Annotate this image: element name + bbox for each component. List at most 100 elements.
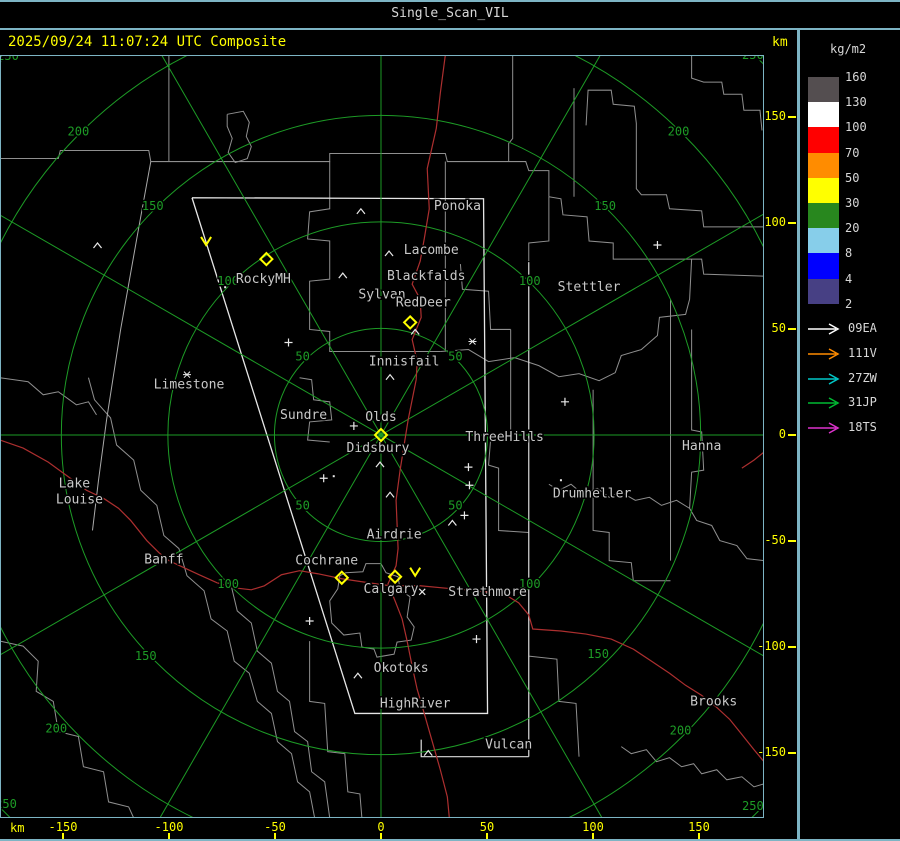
city-label: Lake — [59, 476, 91, 491]
city-label: Banff — [144, 553, 183, 568]
caret-marker — [447, 519, 457, 526]
ring-distance-label: 50 — [295, 350, 310, 364]
radar-app-window: Single_Scan_VIL 2025/09/24 11:07:24 UTC … — [0, 0, 900, 841]
county-boundary — [508, 55, 514, 162]
radar-id-label: 27ZW — [848, 370, 877, 385]
x-marker — [418, 588, 426, 596]
plus-marker — [460, 511, 469, 520]
city-label: Brooks — [690, 694, 737, 709]
plus-marker — [319, 474, 328, 483]
right-axis-tick-label: 100 — [764, 215, 786, 229]
ring-distance-label: 50 — [295, 498, 310, 512]
county-boundary — [309, 641, 363, 819]
radar-id-label: 111V — [848, 345, 877, 360]
right-axis-tick — [788, 434, 796, 436]
scan-sector-outline — [91, 161, 152, 531]
scale-color-block — [808, 228, 839, 254]
city-label: HighRiver — [380, 696, 451, 711]
panel-separator — [797, 28, 800, 841]
county-boundary — [689, 329, 705, 509]
city-label: Limestone — [154, 378, 225, 393]
radar-id-label: 18TS — [848, 420, 877, 435]
ring-distance-label: 250 — [0, 797, 17, 811]
bottom-axis-tick-label: -150 — [48, 820, 78, 834]
scale-color-block — [808, 152, 839, 178]
bottom-axis-tick-label: 150 — [688, 820, 710, 834]
plus-marker — [349, 421, 358, 430]
bottom-axis-tick-label: -100 — [154, 820, 184, 834]
radar-arrow-icon — [808, 422, 840, 434]
county-boundary — [0, 149, 550, 197]
ring-distance-label: 150 — [142, 199, 164, 213]
plus-marker — [560, 397, 569, 406]
right-axis-tick-label: 0 — [778, 427, 786, 441]
radar-id-label: 09EA — [848, 321, 877, 335]
map-canvas[interactable]: 50 5050 50100 100100 100150 150150 150200 20020… — [0, 0, 900, 841]
right-axis-tick-label: -100 — [757, 639, 786, 653]
title-divider — [0, 28, 900, 30]
county-boundary — [87, 377, 316, 819]
ring-distance-label: 50 — [448, 350, 463, 364]
bottom-axis-tick-label: 100 — [582, 820, 604, 834]
plus-marker — [464, 463, 473, 472]
bottom-axis-tick-label: 50 — [479, 820, 495, 834]
highway — [741, 451, 765, 469]
city-label: Okotoks — [374, 661, 429, 676]
right-axis-tick-label: 150 — [764, 109, 786, 123]
scan-timestamp: 2025/09/24 11:07:24 UTC Composite — [8, 34, 287, 50]
ring-distance-label: 200 — [670, 724, 692, 738]
window-title: Single_Scan_VIL — [391, 6, 509, 21]
scale-color-block — [808, 253, 839, 279]
right-axis-tick-label: -50 — [764, 533, 786, 547]
city-label: Strathmore — [448, 585, 527, 600]
dot-marker — [332, 475, 335, 478]
scale-tick-label: 4 — [845, 271, 853, 286]
city-label: Lacombe — [404, 243, 459, 258]
city-label: RockyMH — [236, 272, 291, 287]
ring-distance-label: 250 — [742, 799, 764, 813]
ring-distance-label: 150 — [594, 199, 616, 213]
right-axis-tick — [788, 222, 796, 224]
scale-color-block — [808, 203, 839, 229]
right-axis-tick-label: -150 — [757, 745, 786, 759]
ring-distance-label: 200 — [45, 722, 67, 736]
city-label: Olds — [365, 410, 396, 425]
legend-row: 18TS — [806, 420, 898, 434]
plus-marker — [472, 635, 481, 644]
county-boundary — [548, 196, 765, 277]
scale-color-block — [808, 77, 839, 103]
plus-marker — [305, 616, 314, 625]
legend-row: 31JP — [806, 395, 898, 409]
city-label: Sundre — [280, 408, 327, 423]
city-label: Drumheller — [553, 486, 632, 501]
city-label: Louise — [56, 492, 103, 507]
county-boundary — [459, 264, 511, 330]
scale-color-block — [808, 278, 839, 304]
caret-marker — [384, 250, 394, 257]
caret-marker — [356, 207, 366, 215]
right-axis-tick — [788, 328, 796, 330]
scale-tick-label: 130 — [845, 95, 867, 110]
ring-distance-label: 250 — [742, 55, 764, 62]
asterisk-marker — [468, 338, 477, 345]
radar-arrow-icon — [808, 323, 840, 335]
radar-arrow-icon — [808, 348, 840, 360]
right-axis-tick — [788, 646, 796, 648]
legend-row: 09EA — [806, 321, 898, 335]
right-axis-tick — [788, 752, 796, 754]
county-boundary — [528, 655, 580, 757]
right-axis-tick-label: 50 — [771, 321, 786, 335]
ring-distance-label: 200 — [68, 124, 90, 138]
caret-marker — [353, 672, 363, 679]
right-axis-tick — [788, 116, 796, 118]
scale-tick-label: 50 — [845, 170, 860, 185]
dot-marker — [559, 479, 562, 482]
city-label: Blackfalds — [387, 269, 466, 284]
scale-unit-label: kg/m2 — [830, 42, 867, 56]
city-label: Airdrie — [367, 528, 422, 543]
radar-site-diamond — [402, 314, 418, 330]
caret-marker — [385, 373, 395, 381]
radar-id-label: 31JP — [848, 395, 877, 410]
scale-tick-label: 8 — [845, 246, 853, 261]
legend-row: 27ZW — [806, 371, 898, 385]
